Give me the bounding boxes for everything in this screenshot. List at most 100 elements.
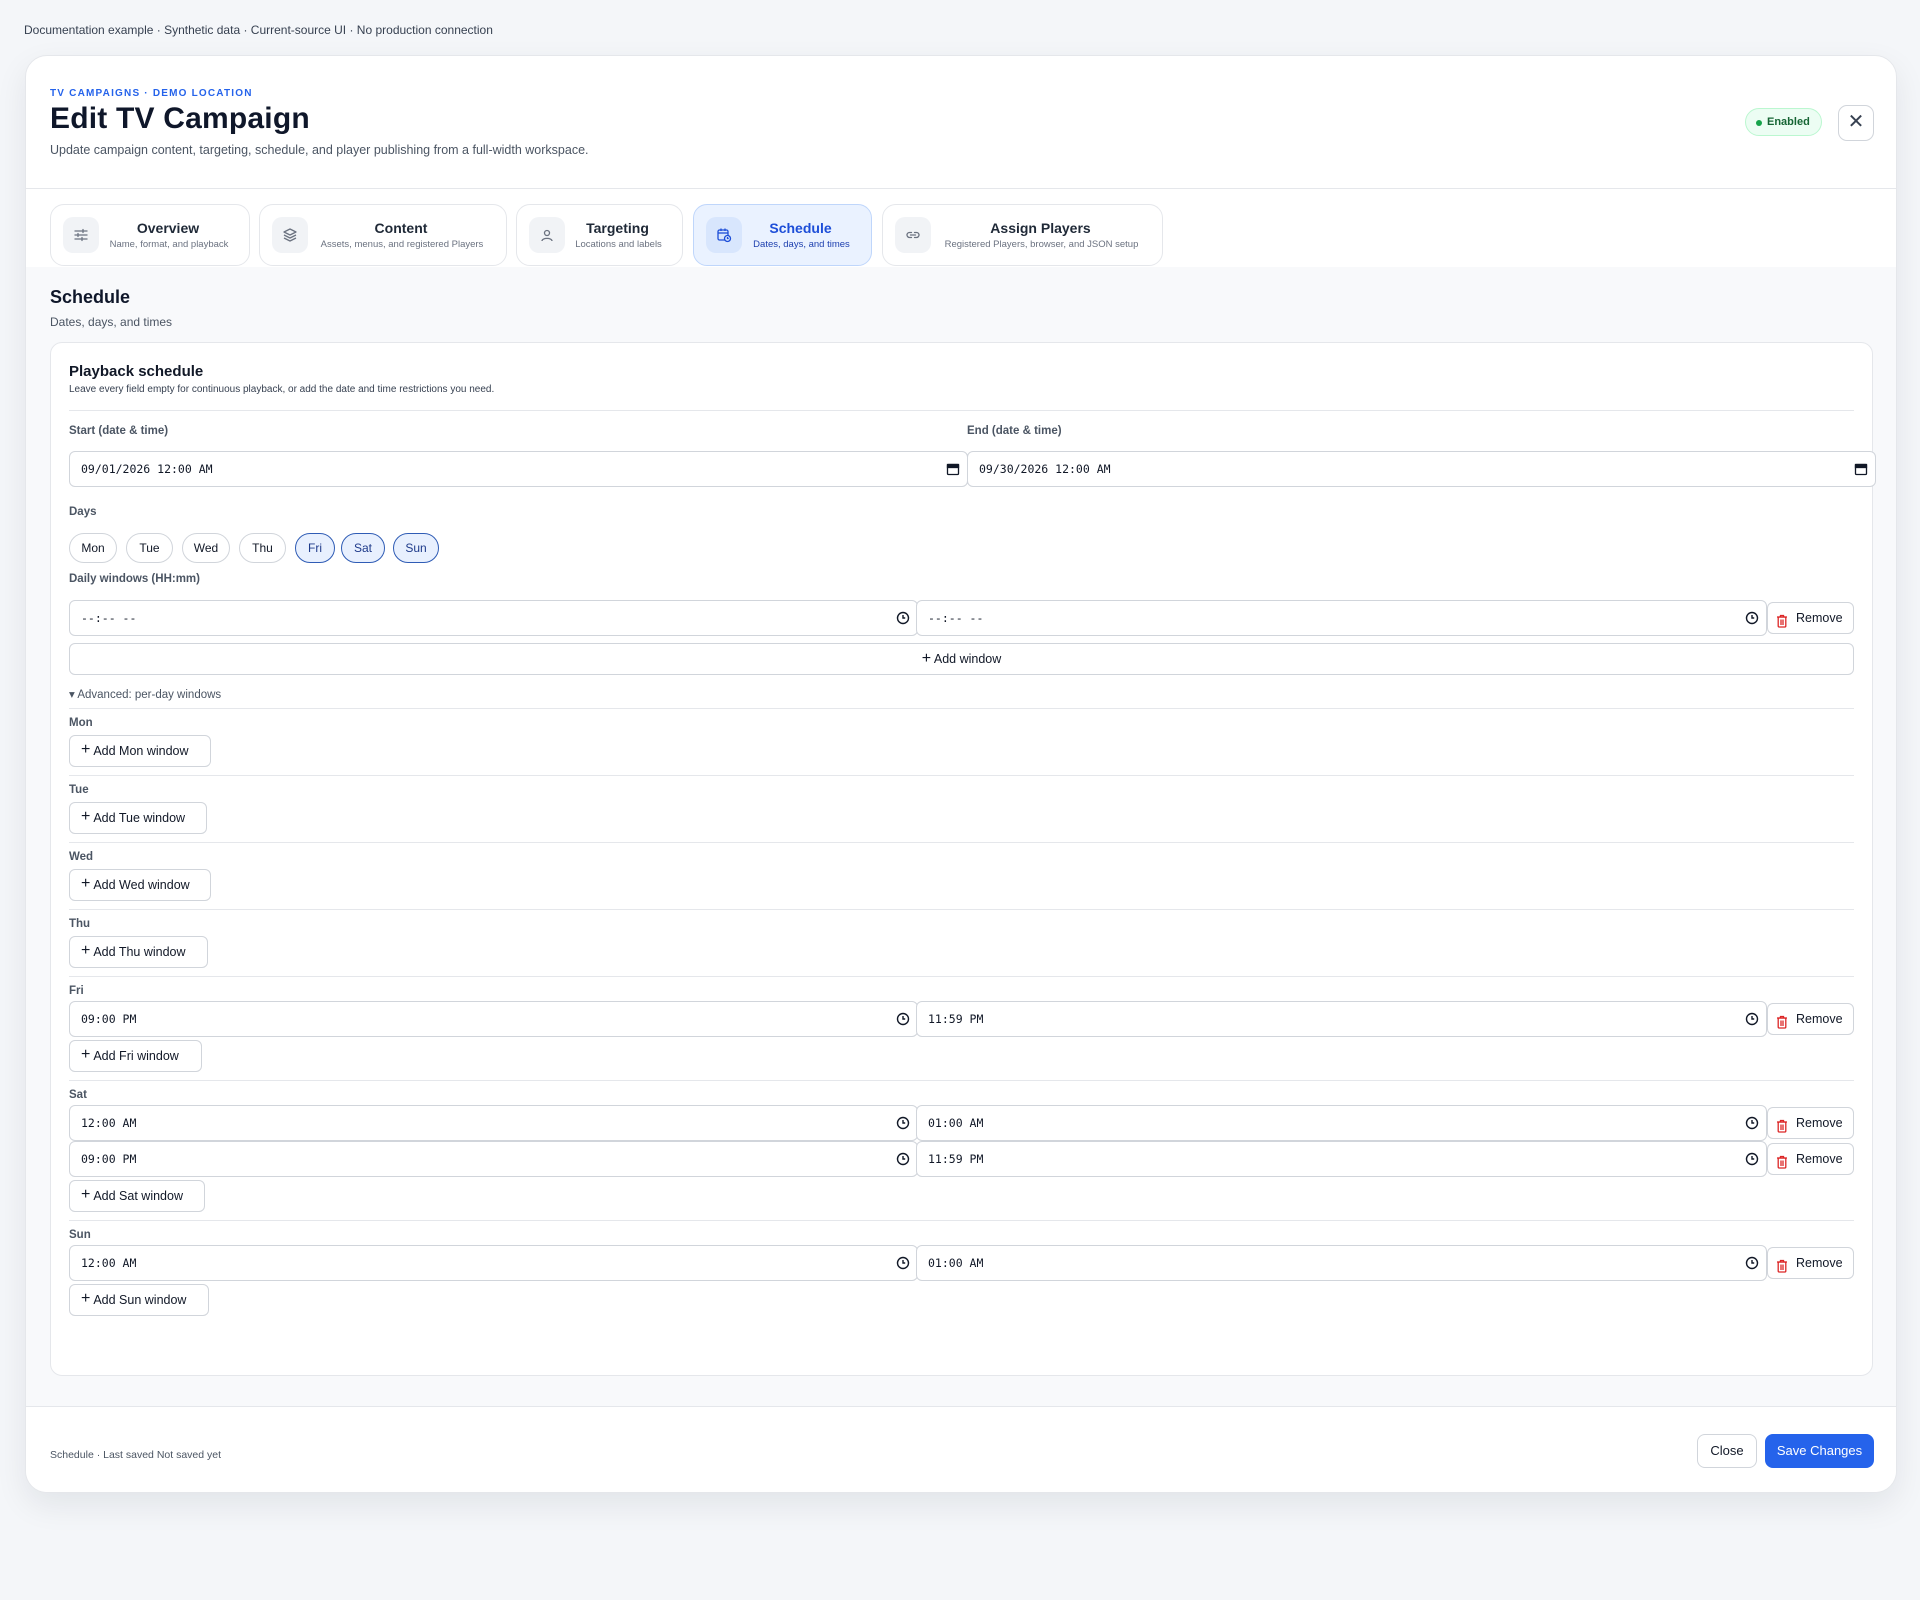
divider <box>69 775 1854 776</box>
add-tue-window-button[interactable]: + Add Tue window <box>69 802 207 834</box>
tab-targeting[interactable]: Targeting Locations and labels <box>516 204 683 266</box>
day-section-label: Tue <box>69 784 89 796</box>
day-chip-wed[interactable]: Wed <box>182 533 230 563</box>
clock-icon[interactable] <box>896 1012 910 1026</box>
window-start-time-input[interactable]: 09:00 PM <box>69 1141 918 1177</box>
remove-label: Remove <box>1796 1012 1843 1026</box>
calendar-icon[interactable] <box>1854 462 1868 476</box>
day-chip-fri[interactable]: Fri <box>295 533 335 563</box>
end-date-label: End (date & time) <box>967 425 1062 437</box>
window-start-value: 12:00 AM <box>81 1256 137 1270</box>
window-end-time-input[interactable]: --:-- -- <box>916 600 1767 636</box>
end-datetime-input[interactable]: 09/30/2026 12:00 AM <box>967 451 1876 487</box>
advanced-toggle[interactable]: ▾ Advanced: per-day windows <box>69 687 221 701</box>
plus-icon: + <box>81 942 91 959</box>
day-chip-tue[interactable]: Tue <box>126 533 173 563</box>
add-sat-window-button[interactable]: + Add Sat window <box>69 1180 205 1212</box>
section-subtitle: Dates, days, and times <box>50 315 173 329</box>
trash-icon <box>1776 609 1788 628</box>
calendar-clock-icon <box>706 217 742 253</box>
day-section-label: Sun <box>69 1229 91 1241</box>
day-section-label: Mon <box>69 717 93 729</box>
clock-icon[interactable] <box>1745 611 1759 625</box>
location-pin-icon <box>529 217 565 253</box>
calendar-icon[interactable] <box>946 462 960 476</box>
add-fri-window-button[interactable]: + Add Fri window <box>69 1040 202 1072</box>
dialog-header: TV CAMPAIGNS · DEMO LOCATION Edit TV Cam… <box>26 56 1896 189</box>
remove-window-button[interactable]: Remove <box>1767 1143 1854 1175</box>
clock-icon[interactable] <box>1745 1152 1759 1166</box>
tab-description: Assets, menus, and registered Players <box>320 239 484 250</box>
plus-icon: + <box>81 875 91 892</box>
tab-overview[interactable]: Overview Name, format, and playback <box>50 204 250 266</box>
start-datetime-input[interactable]: 09/01/2026 12:00 AM <box>69 451 968 487</box>
divider <box>69 842 1854 843</box>
window-start-value: 09:00 PM <box>81 1012 137 1026</box>
day-section-label: Sat <box>69 1089 87 1101</box>
clock-icon[interactable] <box>1745 1012 1759 1026</box>
tab-schedule[interactable]: Schedule Dates, days, and times <box>693 204 872 266</box>
clock-icon[interactable] <box>896 1152 910 1166</box>
divider <box>69 909 1854 910</box>
tab-panel-schedule: Schedule Dates, days, and times Playback… <box>26 267 1896 1406</box>
tab-description: Dates, days, and times <box>753 239 850 250</box>
add-wed-window-button[interactable]: + Add Wed window <box>69 869 211 901</box>
divider <box>69 976 1854 977</box>
clock-icon[interactable] <box>896 1116 910 1130</box>
breadcrumb: TV CAMPAIGNS · DEMO LOCATION <box>50 88 253 99</box>
save-changes-button[interactable]: Save Changes <box>1765 1434 1874 1468</box>
plus-icon: + <box>81 808 91 825</box>
window-end-time-input[interactable]: 01:00 AM <box>916 1105 1767 1141</box>
window-start-time-input[interactable]: 12:00 AM <box>69 1245 918 1281</box>
day-chip-sat[interactable]: Sat <box>341 533 385 563</box>
clock-icon[interactable] <box>1745 1116 1759 1130</box>
window-end-time-input[interactable]: 01:00 AM <box>916 1245 1767 1281</box>
clock-icon[interactable] <box>1745 1256 1759 1270</box>
plus-icon: + <box>81 1290 91 1307</box>
status-badge: Enabled <box>1745 108 1822 136</box>
clock-icon[interactable] <box>896 611 910 625</box>
window-start-time-input[interactable]: --:-- -- <box>69 600 918 636</box>
close-icon: ✕ <box>1847 111 1865 133</box>
add-mon-window-button[interactable]: + Add Mon window <box>69 735 211 767</box>
add-window-label: Add window <box>933 652 1002 666</box>
tab-label: Schedule <box>769 220 832 236</box>
window-end-value: 01:00 AM <box>928 1116 984 1130</box>
add-window-label: Add Wed window <box>93 878 190 892</box>
remove-window-button[interactable]: Remove <box>1767 1107 1854 1139</box>
clock-icon[interactable] <box>896 1256 910 1270</box>
remove-label: Remove <box>1796 611 1843 625</box>
tab-assign-players[interactable]: Assign Players Registered Players, brows… <box>882 204 1163 266</box>
link-icon <box>895 217 931 253</box>
close-dialog-button[interactable]: ✕ <box>1838 105 1874 141</box>
window-end-time-input[interactable]: 11:59 PM <box>916 1001 1767 1037</box>
remove-window-button[interactable]: Remove <box>1767 1247 1854 1279</box>
trash-icon <box>1776 1010 1788 1029</box>
add-thu-window-button[interactable]: + Add Thu window <box>69 936 208 968</box>
add-window-label: Add Mon window <box>93 744 189 758</box>
remove-window-button[interactable]: Remove <box>1767 1003 1854 1035</box>
window-start-time-input[interactable]: 09:00 PM <box>69 1001 918 1037</box>
remove-label: Remove <box>1796 1152 1843 1166</box>
add-window-label: Add Sun window <box>93 1293 187 1307</box>
tab-label: Targeting <box>586 220 649 236</box>
divider <box>69 1220 1854 1221</box>
remove-window-button[interactable]: Remove <box>1767 602 1854 634</box>
layers-icon <box>272 217 308 253</box>
plus-icon: + <box>81 1186 91 1203</box>
window-start-time-input[interactable]: 12:00 AM <box>69 1105 918 1141</box>
window-end-time-input[interactable]: 11:59 PM <box>916 1141 1767 1177</box>
tab-description: Name, format, and playback <box>109 239 229 250</box>
day-section-label: Fri <box>69 985 84 997</box>
tab-content[interactable]: Content Assets, menus, and registered Pl… <box>259 204 507 266</box>
day-chip-thu[interactable]: Thu <box>239 533 286 563</box>
close-button[interactable]: Close <box>1697 1434 1757 1468</box>
card-subtitle: Leave every field empty for continuous p… <box>69 384 495 395</box>
add-window-button[interactable]: + Add window <box>69 643 1854 675</box>
day-chip-mon[interactable]: Mon <box>69 533 117 563</box>
add-sun-window-button[interactable]: + Add Sun window <box>69 1284 209 1316</box>
daily-windows-label: Daily windows (HH:mm) <box>69 573 200 585</box>
tab-label: Overview <box>136 220 200 236</box>
window-end-value: 11:59 PM <box>928 1012 984 1026</box>
day-chip-sun[interactable]: Sun <box>393 533 439 563</box>
